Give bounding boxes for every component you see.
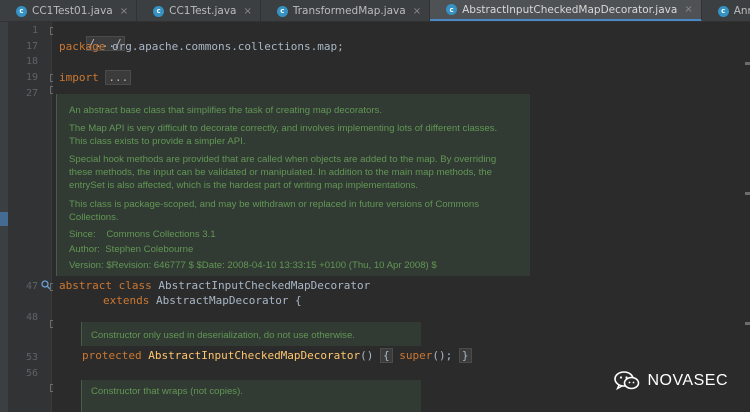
line-number: 18 [25,56,38,67]
class-name: AbstractInputCheckedMapDecorator [158,279,371,292]
method-name: AbstractInputCheckedMapDecorator [148,349,361,362]
java-class-icon: c [153,5,165,17]
close-icon[interactable]: × [684,4,692,15]
line-number: 56 [25,368,38,379]
javadoc-text: entrySet is also affected, which is the … [69,180,419,191]
watermark: NOVASEC [614,371,728,391]
tab-label: CC1Test.java [169,5,237,17]
close-icon[interactable]: × [120,6,128,17]
javadoc-text: The Map API is very difficult to decorat… [69,123,498,134]
tab-label: CC1Test01.java [32,5,113,17]
java-class-icon: c [446,4,458,15]
code-line-19: import ... [59,70,132,85]
tab-transformedmap[interactable]: c TransformedMap.java × [261,0,431,21]
javadoc-since: Since: Commons Collections 3.1 [69,229,216,240]
code-line-47b: extends AbstractMapDecorator { [103,294,302,307]
line-number: 53 [25,352,38,363]
javadoc-text: An abstract base class that simplifies t… [69,105,383,116]
call-tail: (); [432,349,453,362]
code-line-17: package org.apache.commons.collections.m… [59,40,344,53]
scrollbar-marker [745,192,750,195]
java-class-icon: c [717,5,729,17]
code-editor[interactable]: /.../ package org.apache.commons.collect… [53,22,750,412]
keyword: protected [82,349,142,362]
brace: { [288,294,302,307]
tab-label: TransformedMap.java [292,5,406,17]
javadoc-text: This class is package-scoped, and may be… [69,199,480,210]
parens: () [360,349,374,362]
wechat-icon [614,371,640,391]
line-number: 48 [25,312,38,323]
scrollbar-marker [745,62,750,65]
watermark-text: NOVASEC [647,372,728,389]
javadoc-text: these methods, the input can be validate… [69,167,492,178]
javadoc-version: Version: $Revision: 646777 $ $Date: 2008… [69,260,437,271]
package-name: org.apache.commons.collections.map; [105,40,344,53]
close-icon[interactable]: × [243,6,251,17]
brace: { [380,348,393,363]
java-class-icon: c [16,5,27,17]
tool-window-marker [0,212,8,226]
javadoc-text: Collections. [69,212,119,223]
keyword: class [118,279,152,292]
java-class-icon: c [276,5,288,17]
tab-annotationinvocationhandler[interactable]: c AnnotationInvocationHandler.java [702,0,750,21]
tab-label: AbstractInputCheckedMapDecorator.java [462,3,678,16]
javadoc-text: This class exists to provide a simpler A… [69,136,246,147]
tab-abstractinputcheckedmapdecorator[interactable]: c AbstractInputCheckedMapDecorator.java … [430,0,702,21]
code-line-47: abstract class AbstractInputCheckedMapDe… [59,279,370,292]
keyword: super [399,349,433,362]
line-number: 27 [25,88,38,99]
scrollbar-marker [745,322,750,325]
keyword: import [59,71,99,84]
line-number: 47 [25,281,38,292]
super-class-name: AbstractMapDecorator [155,294,289,307]
keyword: package [59,40,106,53]
keyword: abstract [59,279,112,292]
close-icon[interactable]: × [413,6,421,17]
line-number: 1 [31,25,38,36]
line-number-gutter: 1 17 18 19 27 47 48 53 56 [8,22,58,412]
tool-window-strip [0,22,8,412]
tab-cc1test[interactable]: c CC1Test.java × [137,0,261,21]
javadoc-text: Constructor only used in deserialization… [91,330,355,341]
brace: } [458,348,472,363]
keyword: extends [103,294,150,307]
editor-tab-bar: c CC1Test01.java × c CC1Test.java × c Tr… [0,0,750,22]
line-number: 19 [25,72,38,83]
line-number: 17 [25,41,38,52]
tab-label: AnnotationInvocationHandler.java [733,5,750,17]
tab-cc1test01[interactable]: c CC1Test01.java × [0,0,138,21]
code-line-53: protected AbstractInputCheckedMapDecorat… [82,348,472,363]
javadoc-text: Special hook methods are provided that a… [69,154,497,165]
folded-imports[interactable]: ... [105,70,132,85]
javadoc-author: Author: Stephen Colebourne [69,244,194,255]
javadoc-text: Constructor that wraps (not copies). [91,386,243,397]
